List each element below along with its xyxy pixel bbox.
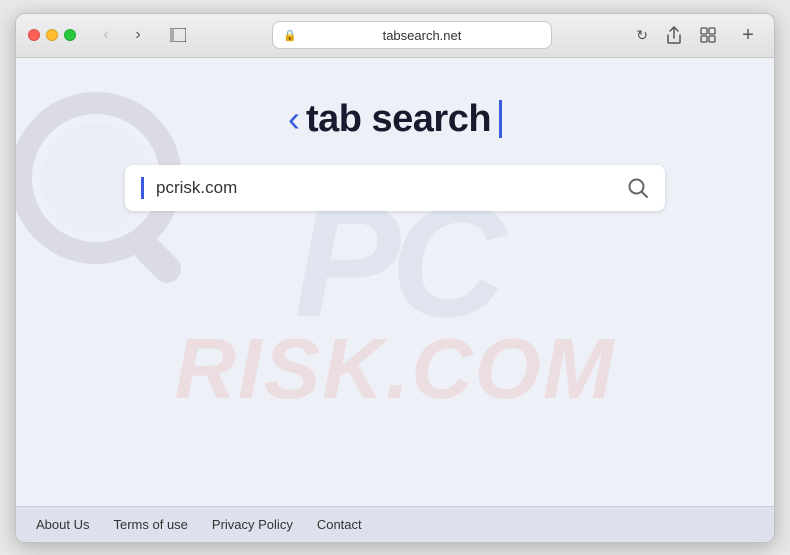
reload-button[interactable]: ↻	[632, 27, 652, 44]
logo-text: tab search	[306, 98, 491, 141]
back-button[interactable]: ‹	[92, 24, 120, 46]
main-area: ‹ tab search pcrisk.com	[16, 58, 774, 211]
share-button[interactable]	[660, 21, 688, 49]
search-button[interactable]	[627, 177, 649, 199]
footer-link-terms[interactable]: Terms of use	[113, 517, 187, 532]
footer-link-contact[interactable]: Contact	[317, 517, 362, 532]
address-bar[interactable]: 🔒 tabsearch.net	[272, 21, 552, 49]
title-bar: ‹ › 🔒 tabsearch.net ↻	[16, 14, 774, 58]
minimize-button[interactable]	[46, 29, 58, 41]
logo-chevron-icon: ‹	[288, 98, 300, 140]
page-content: PC RISK.COM ‹ tab search pcrisk.com	[16, 58, 774, 542]
traffic-lights	[28, 29, 76, 41]
logo-area: ‹ tab search	[288, 98, 502, 141]
search-box[interactable]: pcrisk.com	[125, 165, 665, 211]
footer-link-privacy[interactable]: Privacy Policy	[212, 517, 293, 532]
footer-link-about-us[interactable]: About Us	[36, 517, 89, 532]
search-value: pcrisk.com	[156, 178, 615, 198]
close-button[interactable]	[28, 29, 40, 41]
toolbar-right	[660, 21, 722, 49]
footer: About Us Terms of use Privacy Policy Con…	[16, 506, 774, 542]
nav-buttons: ‹ ›	[92, 24, 152, 46]
maximize-button[interactable]	[64, 29, 76, 41]
forward-button[interactable]: ›	[124, 24, 152, 46]
url-text: tabsearch.net	[303, 28, 541, 43]
new-tab-button[interactable]: +	[734, 21, 762, 49]
logo-cursor	[499, 100, 502, 138]
lock-icon: 🔒	[283, 29, 297, 42]
watermark-risk-text: RISK.COM	[175, 321, 616, 419]
address-bar-container: 🔒 tabsearch.net	[200, 21, 624, 49]
browser-window: ‹ › 🔒 tabsearch.net ↻	[15, 13, 775, 543]
tab-overview-button[interactable]	[694, 21, 722, 49]
search-input-cursor	[141, 177, 144, 199]
sidebar-toggle-button[interactable]	[164, 24, 192, 46]
